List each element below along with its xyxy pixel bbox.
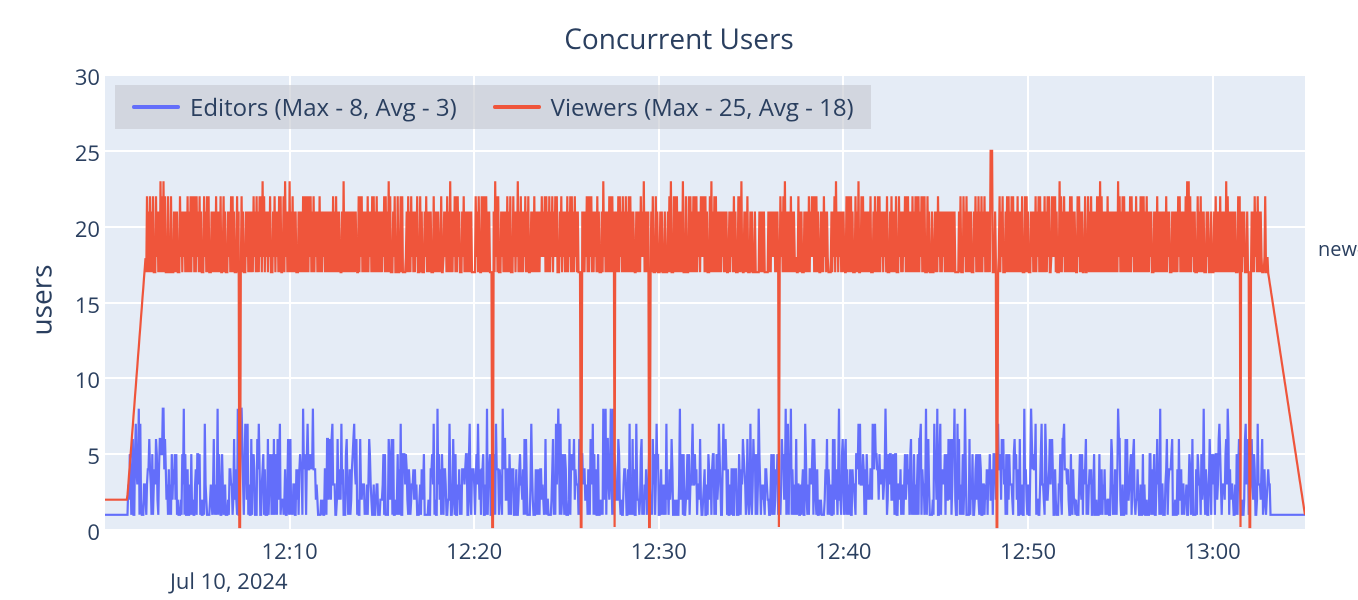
x-tick-label: 12:20 xyxy=(446,536,502,566)
y-tick-label: 20 xyxy=(50,214,100,244)
y-tick-label: 30 xyxy=(50,62,100,92)
legend-label-editors: Editors (Max - 8, Avg - 3) xyxy=(190,91,457,124)
plot-svg xyxy=(105,75,1305,530)
concurrent-users-chart: Concurrent Users users new- 051015202530… xyxy=(0,0,1358,600)
legend: Editors (Max - 8, Avg - 3) Viewers (Max … xyxy=(115,85,871,129)
y-tick-label: 5 xyxy=(50,441,100,471)
legend-label-viewers: Viewers (Max - 25, Avg - 18) xyxy=(551,91,854,124)
x-tick-label: 12:30 xyxy=(631,536,687,566)
y-tick-label: 25 xyxy=(50,138,100,168)
right-margin-text: new- xyxy=(1318,235,1358,262)
legend-item-editors[interactable]: Editors (Max - 8, Avg - 3) xyxy=(132,91,457,124)
x-axis-date-label: Jul 10, 2024 xyxy=(170,566,288,596)
x-tick-label: 12:10 xyxy=(262,536,318,566)
legend-item-viewers[interactable]: Viewers (Max - 25, Avg - 18) xyxy=(493,91,854,124)
x-tick-label: 12:40 xyxy=(815,536,871,566)
y-tick-label: 0 xyxy=(50,517,100,547)
legend-swatch-viewers xyxy=(493,105,541,109)
y-tick-label: 10 xyxy=(50,365,100,395)
series-editors-line xyxy=(105,409,1305,515)
chart-title: Concurrent Users xyxy=(0,20,1358,58)
x-tick-label: 13:00 xyxy=(1185,536,1241,566)
x-tick-label: 12:50 xyxy=(1000,536,1056,566)
y-tick-label: 15 xyxy=(50,290,100,320)
legend-swatch-editors xyxy=(132,105,180,109)
